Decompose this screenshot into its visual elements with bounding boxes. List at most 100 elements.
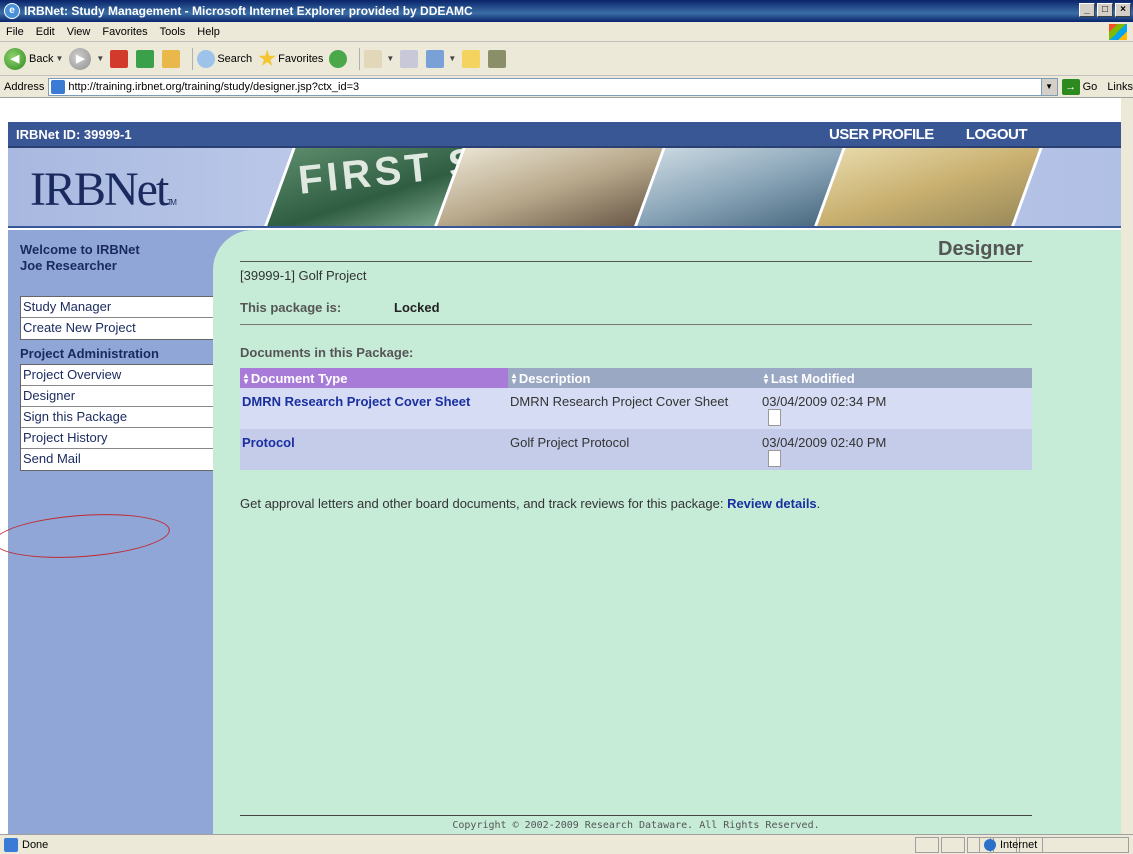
status-cell	[915, 837, 939, 853]
status-bar: Done Internet	[0, 834, 1133, 854]
title-divider	[240, 261, 1032, 262]
document-file-icon[interactable]	[768, 409, 781, 426]
menu-help[interactable]: Help	[197, 26, 220, 38]
irbnet-id: IRBNet ID: 39999-1	[16, 126, 132, 142]
home-button[interactable]	[162, 49, 182, 68]
review-period: .	[816, 496, 821, 511]
logout-link[interactable]: LOGOUT	[966, 126, 1028, 143]
menu-bar: File Edit View Favorites Tools Help	[0, 22, 1133, 42]
folder-button[interactable]	[462, 49, 482, 68]
sidebar-nav-main: Study Manager Create New Project	[20, 296, 214, 340]
user-profile-link[interactable]: USER PROFILE	[829, 126, 934, 143]
links-button[interactable]: Links	[1107, 81, 1133, 93]
table-row: DMRN Research Project Cover Sheet DMRN R…	[240, 388, 1032, 429]
search-icon	[197, 49, 216, 68]
mail-button[interactable]: ▼	[364, 49, 394, 68]
page-icon	[51, 79, 66, 94]
logo-text: IRBNet	[30, 163, 169, 216]
menu-favorites[interactable]: Favorites	[102, 26, 147, 38]
browser-toolbar: ◀ Back ▼ ▶ ▼ Search Favorites ▼ ▼	[0, 42, 1133, 76]
favorites-button[interactable]: Favorites	[258, 49, 323, 68]
address-input[interactable]: http://training.irbnet.org/training/stud…	[48, 77, 1058, 96]
review-details-line: Get approval letters and other board doc…	[240, 496, 820, 511]
address-dropdown-icon[interactable]: ▼	[1040, 78, 1057, 95]
sidebar-item-sign-this-package[interactable]: Sign this Package	[21, 407, 213, 428]
document-description: DMRN Research Project Cover Sheet	[508, 388, 760, 429]
go-button[interactable]: → Go	[1061, 78, 1097, 95]
stop-button[interactable]	[110, 49, 130, 68]
copyright-notice: Copyright © 2002-2009 Research Dataware.…	[452, 820, 820, 831]
history-button[interactable]	[329, 49, 349, 68]
sidebar-item-designer[interactable]: Designer	[21, 386, 213, 407]
ie-icon: e	[4, 3, 20, 19]
documents-label: Documents in this Package:	[240, 345, 414, 360]
irbnet-banner: IRBNetTM FIRST ST	[8, 148, 1125, 228]
sidebar-item-study-manager[interactable]: Study Manager	[21, 297, 213, 318]
back-dropdown-icon[interactable]: ▼	[55, 54, 63, 63]
back-arrow-icon: ◀	[4, 47, 26, 70]
address-bar: Address http://training.irbnet.org/train…	[0, 76, 1133, 98]
forward-button[interactable]: ▶ ▼	[69, 47, 104, 70]
menu-view[interactable]: View	[67, 26, 91, 38]
table-cell-blank	[905, 388, 1032, 429]
welcome-line: Welcome to IRBNet	[20, 242, 140, 257]
print-button[interactable]	[400, 49, 420, 68]
edit-dropdown-icon[interactable]: ▼	[448, 54, 456, 63]
back-label: Back	[29, 52, 54, 65]
refresh-button[interactable]	[136, 49, 156, 68]
windows-logo-icon	[1109, 24, 1127, 40]
history-icon	[329, 49, 348, 68]
window-title-bar: e IRBNet: Study Management - Microsoft I…	[0, 0, 1133, 22]
review-details-link[interactable]: Review details	[727, 496, 817, 511]
document-type-link[interactable]: Protocol	[240, 429, 508, 470]
column-header-label: Description	[518, 370, 591, 386]
banner-photo-meeting	[433, 148, 663, 226]
sidebar-item-create-new-project[interactable]: Create New Project	[21, 318, 213, 339]
address-label: Address	[4, 80, 45, 93]
column-header-last-modified[interactable]: ▲ ▼Last Modified	[760, 368, 905, 388]
column-header-description[interactable]: ▲ ▼Description	[508, 368, 760, 388]
status-text: Done	[22, 838, 49, 851]
sort-icon: ▲ ▼	[762, 371, 770, 387]
maximize-button[interactable]: □	[1097, 3, 1113, 17]
document-modified-text: 03/04/2009 02:40 PM	[762, 435, 887, 450]
sidebar-nav-admin: Project Overview Designer Sign this Pack…	[20, 364, 214, 471]
stop-icon	[110, 49, 129, 68]
package-status-label: This package is:	[240, 300, 342, 315]
irbnet-logo: IRBNetTM	[30, 162, 177, 217]
minimize-button[interactable]: _	[1079, 3, 1095, 17]
address-url: http://training.irbnet.org/training/stud…	[68, 80, 360, 93]
column-header-label: Last Modified	[770, 370, 855, 386]
sidebar-item-send-mail[interactable]: Send Mail	[21, 449, 213, 470]
go-arrow-icon: →	[1061, 78, 1080, 95]
logo-trademark: TM	[167, 198, 176, 207]
column-header-document-type[interactable]: ▲ ▼Document Type	[240, 368, 508, 388]
menu-file[interactable]: File	[6, 26, 24, 38]
sidebar: Welcome to IRBNet Joe Researcher Study M…	[0, 230, 214, 834]
toolbar-separator	[359, 47, 361, 70]
banner-photo-satellite-dish	[813, 148, 1043, 226]
document-modified-text: 03/04/2009 02:34 PM	[762, 394, 887, 409]
sidebar-item-project-overview[interactable]: Project Overview	[21, 365, 213, 386]
forward-dropdown-icon[interactable]: ▼	[96, 54, 104, 63]
search-label: Search	[217, 52, 253, 65]
web-page: IRBNet ID: 39999-1 USER PROFILE LOGOUT I…	[0, 98, 1133, 834]
toolbar-separator	[192, 47, 194, 70]
mail-dropdown-icon[interactable]: ▼	[386, 54, 394, 63]
document-file-icon[interactable]	[768, 450, 781, 467]
edit-button[interactable]: ▼	[426, 49, 456, 68]
document-modified: 03/04/2009 02:34 PM	[760, 388, 905, 429]
menu-edit[interactable]: Edit	[36, 26, 55, 38]
page-right-gutter	[1121, 98, 1133, 834]
back-button[interactable]: ◀ Back ▼	[4, 47, 63, 70]
column-header-label: Document Type	[250, 370, 348, 386]
sidebar-item-project-history[interactable]: Project History	[21, 428, 213, 449]
menu-tools[interactable]: Tools	[160, 26, 186, 38]
document-type-link[interactable]: DMRN Research Project Cover Sheet	[240, 388, 508, 429]
document-modified: 03/04/2009 02:40 PM	[760, 429, 905, 470]
research-button[interactable]	[488, 49, 508, 68]
main-content	[213, 230, 1125, 834]
close-button[interactable]: ×	[1115, 3, 1131, 17]
search-button[interactable]: Search	[197, 49, 253, 68]
security-zone[interactable]: Internet	[979, 837, 1129, 853]
